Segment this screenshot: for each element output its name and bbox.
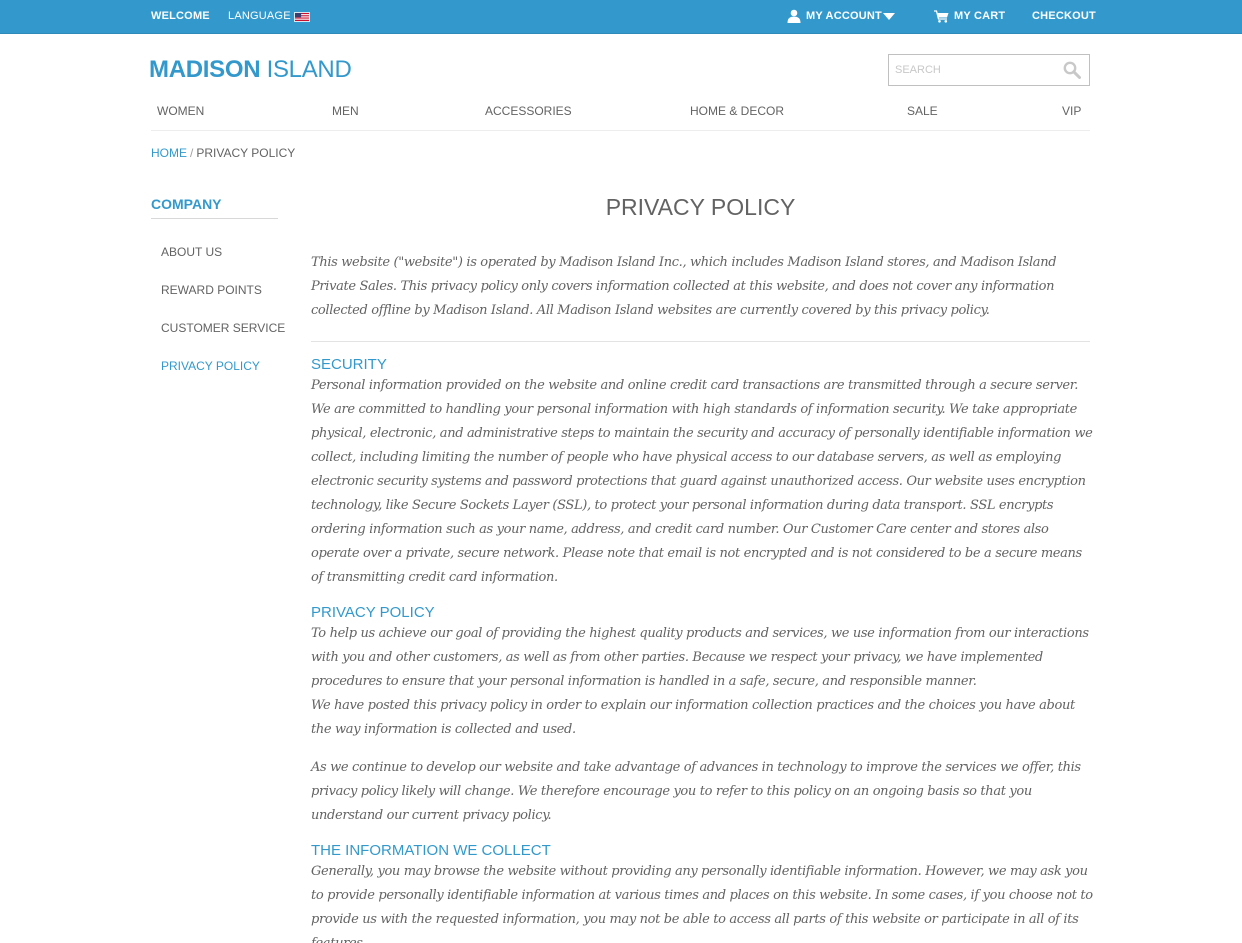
welcome-text: WELCOME xyxy=(151,10,210,22)
search-icon[interactable] xyxy=(1063,61,1081,79)
sidebar-item-about-us[interactable]: ABOUT US xyxy=(161,245,222,259)
section-heading-security: SECURITY xyxy=(311,356,387,373)
security-paragraph: Personal information provided on the web… xyxy=(311,378,1093,585)
search-input[interactable] xyxy=(889,55,1059,85)
breadcrumb-home[interactable]: HOME xyxy=(151,146,187,160)
sidebar-divider xyxy=(151,218,278,219)
sidebar-item-customer-service[interactable]: CUSTOMER SERVICE xyxy=(161,321,285,335)
logo-light-text: ISLAND xyxy=(260,56,352,83)
cart-icon[interactable] xyxy=(934,10,949,23)
content-divider xyxy=(311,341,1090,342)
nav-item-vip[interactable]: VIP xyxy=(1062,104,1081,118)
checkout-link[interactable]: CHECKOUT xyxy=(1032,10,1096,22)
nav-item-home-decor[interactable]: HOME & DECOR xyxy=(690,104,784,118)
us-flag-icon[interactable] xyxy=(294,12,310,22)
logo-strong-text: MADISON xyxy=(149,56,261,83)
sidebar-item-reward-points[interactable]: REWARD POINTS xyxy=(161,283,262,297)
nav-item-women[interactable]: WOMEN xyxy=(157,104,204,118)
privacy-paragraph-1: To help us achieve our goal of providing… xyxy=(311,626,1089,689)
sidebar-title: COMPANY xyxy=(151,196,222,212)
my-cart-link[interactable]: MY CART xyxy=(954,10,1005,22)
section-heading-information-we-collect: THE INFORMATION WE COLLECT xyxy=(311,842,551,859)
my-account-link[interactable]: MY ACCOUNT xyxy=(806,10,882,22)
chevron-down-icon[interactable] xyxy=(883,13,895,20)
privacy-paragraph-2: We have posted this privacy policy in or… xyxy=(311,698,1075,737)
breadcrumb: HOME / PRIVACY POLICY xyxy=(151,146,295,160)
section-heading-privacy-policy: PRIVACY POLICY xyxy=(311,604,435,621)
privacy-paragraph-3: As we continue to develop our website an… xyxy=(311,760,1081,823)
page-title: PRIVACY POLICY xyxy=(605,194,796,220)
intro-paragraph: This website ("website") is operated by … xyxy=(311,255,1057,318)
user-icon[interactable] xyxy=(787,9,801,23)
breadcrumb-separator: / xyxy=(190,146,194,160)
top-bar: WELCOME LANGUAGE MY ACCOUNT MY CART CHEC… xyxy=(0,0,1242,34)
information-paragraph: Generally, you may browse the website wi… xyxy=(311,864,1093,943)
site-logo[interactable]: MADISON ISLAND xyxy=(149,56,352,84)
breadcrumb-current: PRIVACY POLICY xyxy=(196,146,296,160)
sidebar-item-privacy-policy[interactable]: PRIVACY POLICY xyxy=(161,359,260,373)
search-box xyxy=(888,54,1090,86)
nav-item-men[interactable]: MEN xyxy=(332,104,359,118)
language-switcher[interactable]: LANGUAGE xyxy=(228,10,291,22)
nav-item-accessories[interactable]: ACCESSORIES xyxy=(485,104,572,118)
nav-item-sale[interactable]: SALE xyxy=(907,104,938,118)
nav-divider xyxy=(151,130,1090,131)
